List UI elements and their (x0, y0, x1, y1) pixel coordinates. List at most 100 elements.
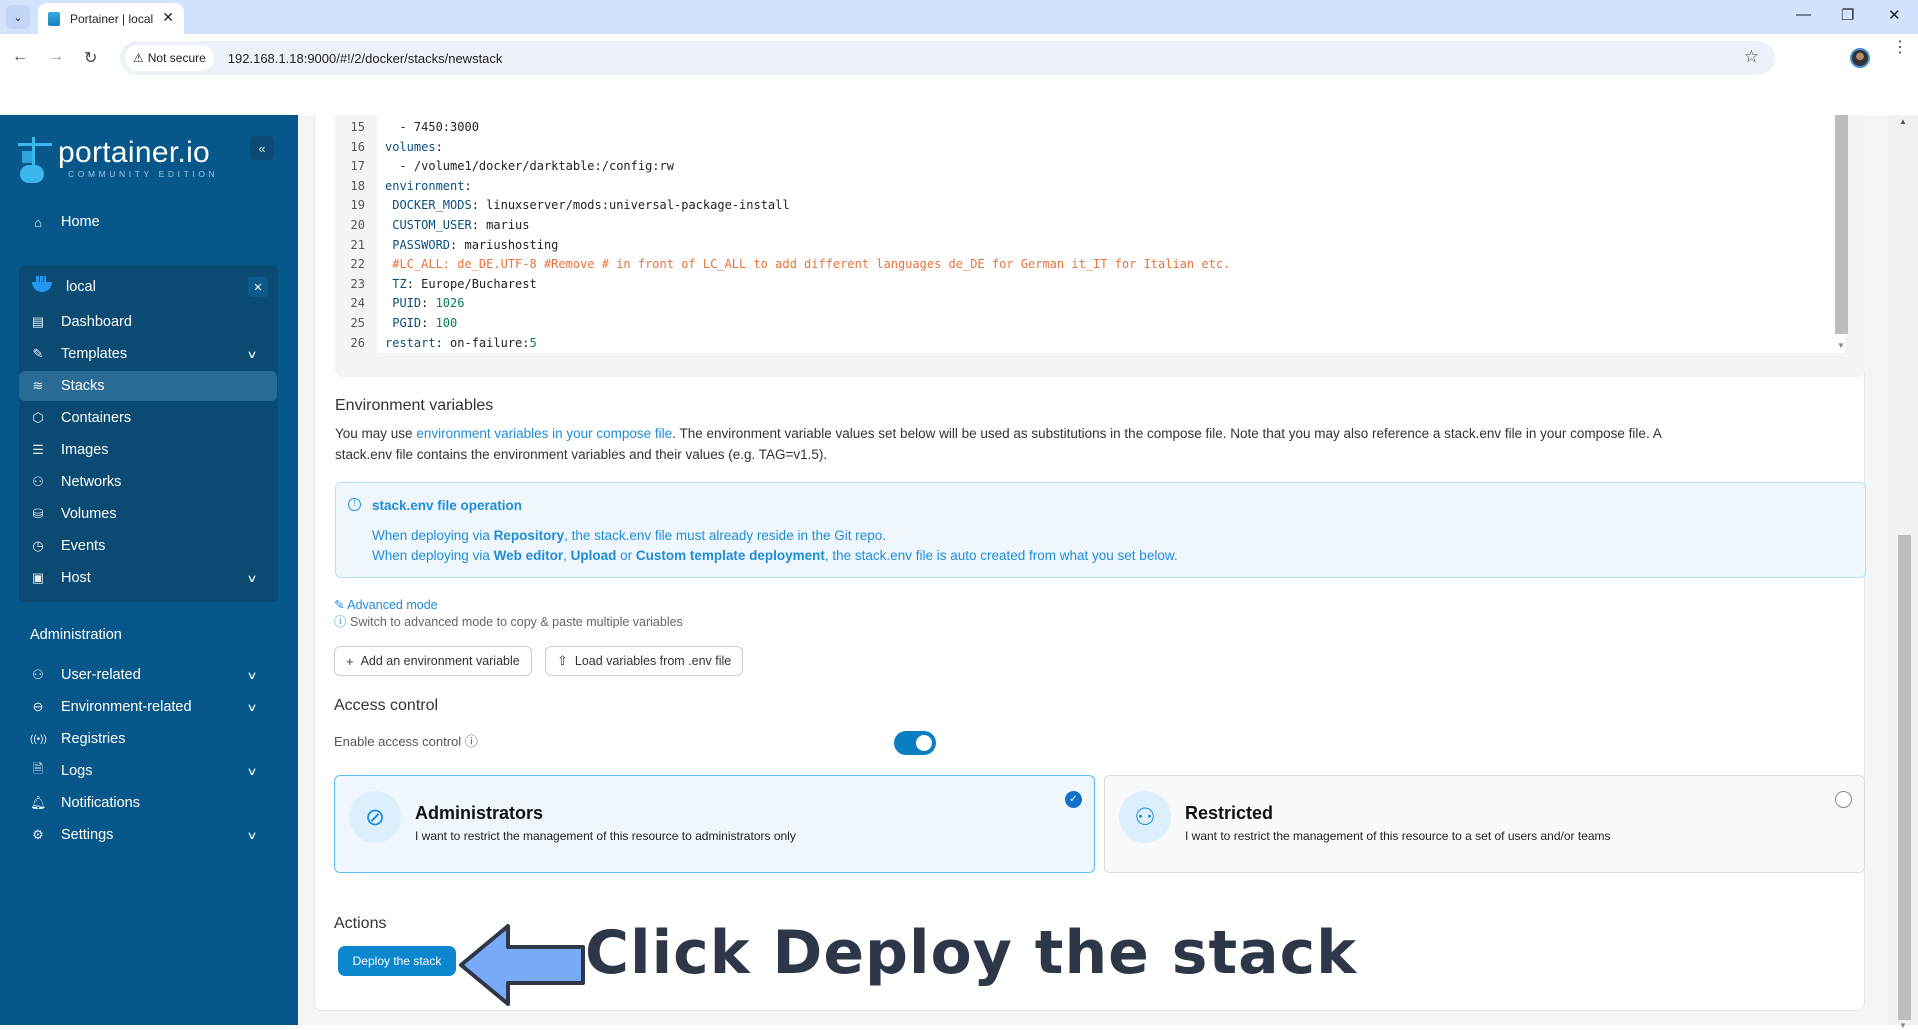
close-environment-button[interactable]: ✕ (248, 277, 268, 297)
stack-env-info-box: ! stack.env file operation When deployin… (335, 482, 1866, 578)
portainer-logo[interactable]: portainer.io COMMUNITY EDITION (18, 137, 218, 183)
page-scroll-thumb[interactable] (1898, 535, 1911, 1020)
editor-scrollbar[interactable] (1835, 115, 1848, 334)
chevron-down-icon[interactable]: ∨ (246, 348, 257, 361)
upload-icon: ⇧ (557, 653, 568, 668)
env-vars-docs-link[interactable]: environment variables in your compose fi… (416, 426, 672, 441)
sidebar-item-stacks[interactable]: ≋ Stacks (19, 371, 277, 401)
address-bar[interactable]: ⚠ Not secure 192.168.1.18:9000/#!/2/docke… (120, 41, 1775, 75)
plus-icon: + (346, 653, 354, 669)
info-icon: ! (348, 498, 361, 511)
sidebar-item-templates[interactable]: ✎ Templates ∨ (0, 339, 298, 369)
scroll-up-icon[interactable]: ▲ (1899, 117, 1907, 126)
line-number-gutter: 15 16 17 18 19 20 21 22 23 24 25 26 (335, 115, 377, 353)
sidebar-item-label: Registries (61, 731, 126, 747)
code-line[interactable]: volumes: (385, 138, 443, 158)
scroll-down-icon[interactable]: ▼ (1899, 1021, 1907, 1030)
sidebar-item-environment-related[interactable]: ⊖ Environment-related ∨ (0, 692, 298, 722)
reload-icon[interactable]: ↻ (84, 48, 97, 68)
profile-avatar[interactable] (1850, 48, 1870, 68)
tab-search-button[interactable]: ⌄ (6, 5, 30, 29)
info-title: stack.env file operation (372, 498, 523, 513)
access-option-administrators[interactable]: ⊘ Administrators I want to restrict the … (334, 775, 1095, 873)
security-chip[interactable]: ⚠ Not secure (125, 45, 214, 71)
sidebar-item-label: Dashboard (61, 314, 132, 330)
code-line[interactable]: DOCKER_MODS: linuxserver/mods:universal-… (385, 196, 789, 216)
back-icon[interactable]: ← (12, 48, 28, 66)
help-icon[interactable]: ⓘ (465, 734, 478, 749)
code-line[interactable]: PUID: 1026 (385, 294, 464, 314)
sidebar-item-settings[interactable]: ⚙ Settings ∨ (0, 820, 298, 850)
sidebar-item-logs[interactable]: 🗎 Logs ∨ (0, 756, 298, 786)
url-text[interactable]: 192.168.1.18:9000/#!/2/docker/stacks/new… (228, 51, 503, 66)
line-number: 24 (350, 296, 365, 311)
line-number: 25 (350, 316, 365, 330)
option-description: I want to restrict the management of thi… (415, 829, 796, 843)
radio-button[interactable] (1835, 791, 1852, 808)
sidebar: portainer.io COMMUNITY EDITION « ⌂ Home … (0, 115, 298, 1025)
line-number: 21 (350, 237, 365, 252)
sidebar-item-containers[interactable]: ⬡ Containers (0, 403, 298, 433)
sidebar-item-notifications[interactable]: 🔔︎ Notifications (0, 788, 298, 818)
sidebar-item-host[interactable]: ▣ Host ∨ (0, 563, 298, 593)
code-line[interactable]: - 7450:3000 (385, 118, 478, 138)
chevron-down-icon[interactable]: ∨ (246, 669, 257, 682)
restore-icon[interactable]: ❐ (1841, 6, 1854, 24)
compose-editor[interactable]: 15 16 17 18 19 20 21 22 23 24 25 26 - 7450:3000 volu… (335, 115, 1845, 353)
code-line[interactable]: CUSTOM_USER: marius (385, 216, 529, 236)
load-env-file-button[interactable]: ⇧ Load variables from .env file (545, 646, 744, 676)
sidebar-item-label: Home (61, 214, 100, 230)
clock-icon: ◷ (32, 538, 44, 553)
browser-tab[interactable]: Portainer | local ✕ (38, 3, 184, 34)
code-line[interactable]: PASSWORD: mariushosting (385, 236, 558, 256)
access-control-toggle[interactable] (894, 731, 936, 755)
forward-icon[interactable]: → (48, 48, 64, 66)
collapse-sidebar-button[interactable]: « (250, 136, 274, 160)
chevron-down-icon[interactable]: ∨ (246, 765, 257, 778)
code-line[interactable]: restart: on-failure:5 (385, 334, 537, 354)
add-env-variable-button[interactable]: + Add an environment variable (334, 646, 532, 676)
sidebar-item-networks[interactable]: ⚇ Networks (0, 467, 298, 497)
browser-menu-icon[interactable]: ⋮ (1892, 40, 1908, 56)
code-line[interactable]: PGID: 100 (385, 314, 457, 334)
users-icon: ⚇ (32, 667, 44, 682)
layers-icon: ≋ (32, 378, 44, 393)
code-line[interactable]: TZ: Europe/Bucharest (385, 275, 537, 295)
chevron-down-icon[interactable]: ∨ (246, 829, 257, 842)
main-content: 15 16 17 18 19 20 21 22 23 24 25 26 - 7450:3000 volu… (298, 115, 1898, 1025)
hard-drive-icon: ⊖ (32, 699, 44, 714)
file-icon: 🗎 (32, 761, 44, 776)
tab-title: Portainer | local (70, 11, 154, 26)
line-number: 17 (350, 159, 365, 174)
sidebar-item-events[interactable]: ◷ Events (0, 531, 298, 561)
line-number: 22 (350, 257, 365, 272)
sidebar-item-dashboard[interactable]: ▤ Dashboard (0, 307, 298, 337)
text: . The environment variable values set be… (672, 426, 1662, 441)
access-option-restricted[interactable]: ⚇ Restricted I want to restrict the mana… (1104, 775, 1865, 873)
minimize-icon[interactable]: — (1796, 6, 1811, 23)
code-line[interactable]: #LC_ALL: de_DE.UTF-8 #Remove # in front … (385, 255, 1230, 275)
sidebar-item-label: Events (61, 538, 106, 554)
bookmark-star-icon[interactable]: ☆ (1744, 47, 1759, 67)
sidebar-item-volumes[interactable]: ⛁ Volumes (0, 499, 298, 529)
code-line[interactable]: - /volume1/docker/darktable:/config:rw (385, 157, 674, 177)
sidebar-item-images[interactable]: ☰ Images (0, 435, 298, 465)
close-tab-icon[interactable]: ✕ (162, 9, 174, 26)
chevron-down-icon[interactable]: ∨ (246, 572, 257, 585)
sidebar-item-home[interactable]: ⌂ Home (0, 207, 298, 237)
page-scrollbar[interactable]: ▲ ▼ (1888, 115, 1918, 1030)
deploy-stack-button[interactable]: Deploy the stack (338, 946, 456, 976)
selected-check-icon[interactable]: ✓ (1065, 791, 1082, 808)
close-window-icon[interactable]: ✕ (1888, 6, 1901, 24)
code-line[interactable]: environment: (385, 177, 472, 197)
compose-editor-container: 15 16 17 18 19 20 21 22 23 24 25 26 - 7450:3000 volu… (335, 115, 1866, 377)
environment-header[interactable]: local ✕ (19, 265, 278, 309)
environment-name: local (66, 279, 96, 295)
sidebar-item-registries[interactable]: ((•)) Registries (0, 724, 298, 754)
scroll-down-icon[interactable]: ▼ (1837, 341, 1845, 350)
bell-icon: 🔔︎ (30, 795, 47, 810)
chevron-down-icon[interactable]: ∨ (246, 701, 257, 714)
sidebar-item-user-related[interactable]: ⚇ User-related ∨ (0, 660, 298, 690)
sidebar-item-label: Templates (61, 346, 128, 362)
box-icon: ⬡ (32, 410, 44, 425)
